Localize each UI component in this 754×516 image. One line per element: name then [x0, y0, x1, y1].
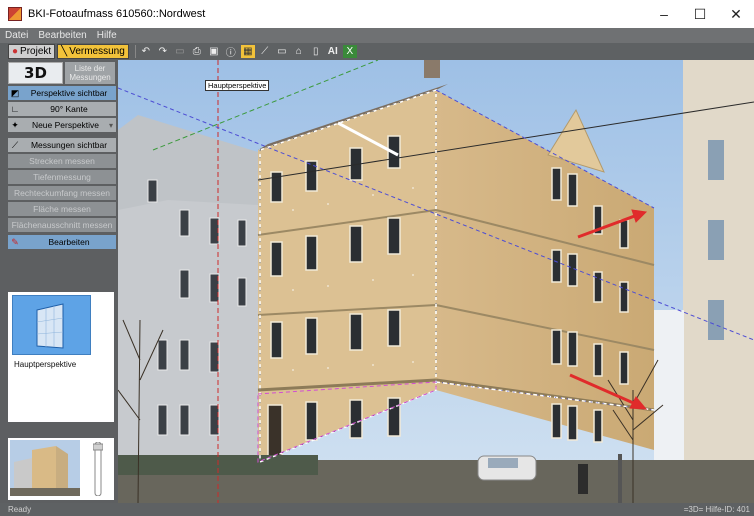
flaechenausschnitt-messen-button[interactable]: Flächenausschnitt messen [8, 218, 116, 232]
rectangle-tool-icon[interactable]: ▭ [275, 45, 289, 58]
thumbnail-label: Hauptperspektive [14, 360, 77, 369]
tab-projekt[interactable]: ● Projekt [8, 44, 56, 59]
text-tool-icon[interactable]: AI [326, 45, 340, 58]
neue-perspektive-button[interactable]: ✦ Neue Perspektive ▾ [8, 118, 116, 132]
rechteckumfang-messen-button[interactable]: Rechteckumfang messen [8, 186, 116, 200]
window-controls: – ☐ ✕ [646, 0, 754, 28]
tab-vermessung[interactable]: ╲ Vermessung [57, 44, 129, 59]
strecken-messen-label: Strecken messen [29, 156, 95, 166]
neue-perspektive-label: Neue Perspektive [31, 120, 100, 130]
image-export-icon[interactable]: ▣ [207, 45, 221, 58]
ruler-icon: ╲ [61, 46, 68, 57]
save-icon[interactable]: ▭ [173, 45, 187, 58]
close-button[interactable]: ✕ [718, 0, 754, 28]
minimize-button[interactable]: – [646, 0, 682, 28]
edit-icon: ✎ [11, 236, 19, 247]
zoom-slider[interactable] [93, 442, 103, 496]
rechteckumfang-messen-label: Rechteckumfang messen [14, 188, 110, 198]
menu-datei[interactable]: Datei [0, 30, 33, 41]
perspective-thumbnail-list: Hauptperspektive [8, 292, 114, 422]
line-tool-icon[interactable]: ⟋ [258, 45, 272, 58]
left-panel: 3D Liste der Messungen ◩ Perspektive sic… [0, 60, 118, 503]
tab-projekt-label: Projekt [20, 46, 52, 57]
menu-bearbeiten[interactable]: Bearbeiten [33, 30, 91, 41]
photo-preview [8, 438, 114, 500]
new-perspective-icon: ✦ [11, 119, 19, 130]
excel-icon[interactable]: X [342, 45, 357, 58]
facade-grid-icon [36, 303, 64, 349]
toolbar-separator [134, 45, 136, 58]
messungen-sichtbar-button[interactable]: ⟋ Messungen sichtbar [8, 138, 116, 152]
perspective-tooltip: Hauptperspektive [205, 80, 270, 91]
house-icon[interactable]: ⌂ [292, 45, 306, 58]
bearbeiten-button[interactable]: ✎ Bearbeiten [8, 235, 116, 249]
flaechenausschnitt-messen-label: Flächenausschnitt messen [11, 220, 113, 230]
tiefenmessung-button[interactable]: Tiefenmessung [8, 170, 116, 184]
status-text: Ready [8, 505, 32, 514]
kante-90-button[interactable]: ∟ 90° Kante [8, 102, 116, 116]
print-icon[interactable]: ⎙ [190, 45, 204, 58]
info-icon[interactable]: ⓘ [224, 45, 238, 59]
perspektive-sichtbar-label: Perspektive sichtbar [30, 88, 108, 98]
menu-hilfe[interactable]: Hilfe [92, 30, 122, 41]
bearbeiten-label: Bearbeiten [48, 237, 90, 247]
photo-canvas[interactable]: Hauptperspektive [118, 60, 754, 503]
chevron-down-icon: ▾ [108, 120, 113, 130]
strecken-messen-button[interactable]: Strecken messen [8, 154, 116, 168]
perspective-icon: ◩ [10, 87, 20, 98]
perspective-thumbnail[interactable] [12, 295, 91, 355]
photo-preview-image[interactable] [10, 440, 80, 496]
tiefenmessung-label: Tiefenmessung [33, 172, 91, 182]
undo-icon[interactable]: ↶ [139, 45, 153, 58]
app-icon [8, 7, 22, 21]
window-title: BKI-Fotoaufmass 610560::Nordwest [28, 8, 206, 20]
maximize-button[interactable]: ☐ [682, 0, 718, 28]
messungen-sichtbar-label: Messungen sichtbar [30, 140, 108, 150]
redo-icon[interactable]: ↷ [156, 45, 170, 58]
flaeche-messen-label: Fläche messen [33, 204, 91, 214]
tab-vermessung-label: Vermessung [69, 46, 125, 57]
perspektive-sichtbar-button[interactable]: ◩ Perspektive sichtbar [8, 86, 116, 100]
3d-button[interactable]: 3D [8, 62, 63, 84]
toolbar: ● Projekt ╲ Vermessung ↶ ↷ ▭ ⎙ ▣ ⓘ ▦ ⟋ ▭… [0, 43, 754, 60]
kante-90-label: 90° Kante [50, 104, 88, 114]
projekt-icon: ● [12, 46, 19, 57]
measure-icon: ⟋ [11, 139, 19, 150]
title-bar: BKI-Fotoaufmass 610560::Nordwest – ☐ ✕ [0, 0, 754, 28]
liste-messungen-button[interactable]: Liste der Messungen [65, 62, 115, 84]
flaeche-messen-button[interactable]: Fläche messen [8, 202, 116, 216]
help-id-indicator: =3D= Hilfe-ID: 401 [683, 505, 750, 514]
door-icon[interactable]: ▯ [309, 45, 323, 58]
status-bar: Ready =3D= Hilfe-ID: 401 [0, 503, 754, 516]
angle-icon: ∟ [10, 104, 20, 114]
grid-toggle-icon[interactable]: ▦ [240, 45, 255, 58]
building-photo [118, 60, 754, 503]
menu-bar: Datei Bearbeiten Hilfe [0, 28, 754, 43]
